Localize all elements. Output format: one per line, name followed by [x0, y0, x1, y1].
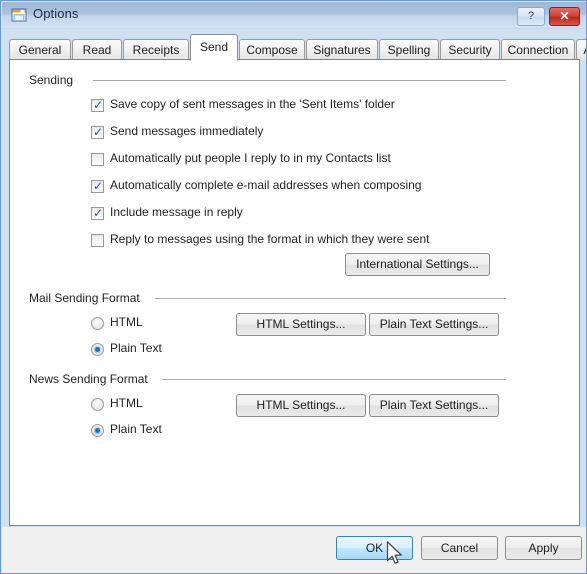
cancel-button[interactable]: Cancel: [421, 536, 498, 560]
mail-html-settings-button[interactable]: HTML Settings...: [236, 313, 366, 336]
international-settings-button[interactable]: International Settings...: [345, 253, 490, 276]
autocomplete-addresses-checkbox[interactable]: ✓: [91, 180, 104, 193]
news-html-radio[interactable]: [91, 398, 104, 411]
window-title: Options: [33, 6, 79, 21]
tab-send[interactable]: Send: [190, 34, 238, 61]
options-window-icon: [11, 8, 27, 22]
mail-plain-text-settings-button[interactable]: Plain Text Settings...: [369, 313, 499, 336]
apply-button[interactable]: Apply: [505, 536, 582, 560]
news-format-group-label: News Sending Format: [29, 372, 148, 386]
autocomplete-addresses-label: Automatically complete e-mail addresses …: [110, 178, 422, 192]
ok-button[interactable]: OK: [336, 536, 413, 560]
news-html-label: HTML: [110, 396, 143, 410]
tab-strip: General Read Receipts Send Compose Signa…: [9, 34, 586, 61]
sending-group-label: Sending: [29, 73, 74, 87]
include-message-checkbox[interactable]: ✓: [91, 207, 104, 220]
mail-plain-text-label: Plain Text: [110, 341, 162, 355]
mail-format-group-rule: [155, 298, 506, 299]
mail-format-group-label: Mail Sending Format: [29, 291, 140, 305]
radio-dot-icon: [95, 347, 100, 352]
help-button[interactable]: ?: [517, 7, 545, 26]
tab-signatures[interactable]: Signatures: [306, 39, 378, 60]
checkmark-icon: [93, 234, 104, 247]
mail-html-label: HTML: [110, 315, 143, 329]
mail-html-radio[interactable]: [91, 317, 104, 330]
auto-add-contacts-checkbox[interactable]: [91, 153, 104, 166]
reply-same-format-checkbox[interactable]: [91, 234, 104, 247]
save-copy-checkbox[interactable]: ✓: [91, 99, 104, 112]
checkmark-icon: [93, 153, 104, 166]
close-button[interactable]: ✕: [549, 7, 580, 26]
auto-add-contacts-label: Automatically put people I reply to in m…: [110, 151, 391, 165]
save-copy-label: Save copy of sent messages in the 'Sent …: [110, 97, 395, 111]
checkmark-icon: ✓: [93, 206, 104, 220]
title-bar: Options ? ✕: [2, 2, 586, 29]
radio-dot-icon: [95, 428, 100, 433]
options-dialog-window: Options ? ✕ General Read Receipts Send C…: [0, 0, 587, 574]
checkmark-icon: ✓: [93, 98, 104, 112]
news-plain-text-settings-button[interactable]: Plain Text Settings...: [369, 394, 499, 417]
checkmark-icon: ✓: [93, 179, 104, 193]
news-format-group-rule: [162, 379, 506, 380]
mail-plain-text-radio[interactable]: [91, 343, 104, 356]
tab-connection[interactable]: Connection: [501, 39, 575, 60]
tab-receipts[interactable]: Receipts: [123, 39, 189, 60]
send-immediately-label: Send messages immediately: [110, 124, 264, 138]
news-plain-text-label: Plain Text: [110, 422, 162, 436]
send-immediately-checkbox[interactable]: ✓: [91, 126, 104, 139]
tab-security[interactable]: Security: [440, 39, 500, 60]
tab-spelling[interactable]: Spelling: [379, 39, 439, 60]
checkmark-icon: ✓: [93, 125, 104, 139]
send-tab-panel: Sending ✓ Save copy of sent messages in …: [9, 59, 580, 526]
dialog-footer: OK Cancel Apply: [2, 527, 586, 573]
tab-read[interactable]: Read: [72, 39, 122, 60]
sending-group-rule: [93, 80, 506, 81]
tab-general[interactable]: General: [9, 39, 71, 60]
news-plain-text-radio[interactable]: [91, 424, 104, 437]
reply-same-format-label: Reply to messages using the format in wh…: [110, 232, 430, 246]
news-html-settings-button[interactable]: HTML Settings...: [236, 394, 366, 417]
tab-compose[interactable]: Compose: [239, 39, 305, 60]
tab-advanced[interactable]: Advanced: [576, 39, 586, 60]
include-message-label: Include message in reply: [110, 205, 243, 219]
